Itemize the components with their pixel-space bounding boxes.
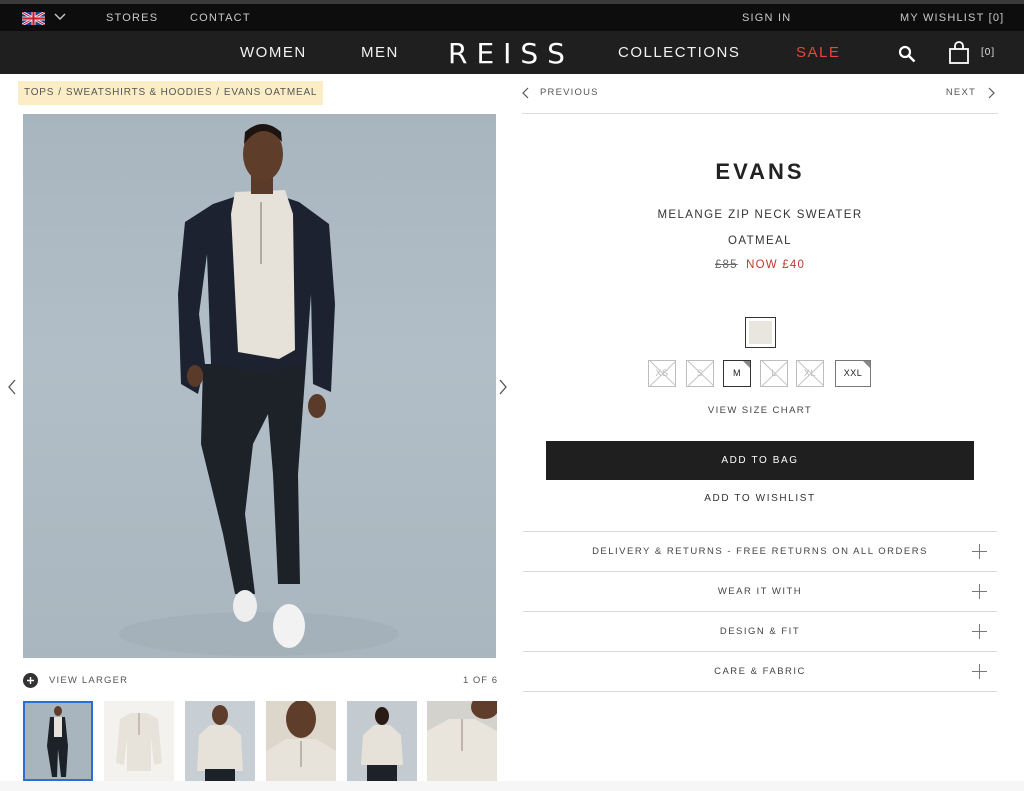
thumbnail-image: [266, 701, 336, 781]
thumbnail[interactable]: [185, 701, 255, 781]
image-counter: 1 OF 6: [463, 675, 499, 686]
nav-collections[interactable]: COLLECTIONS: [618, 44, 740, 61]
sale-price: NOW £40: [746, 259, 806, 271]
gallery-prev-arrow-icon[interactable]: [7, 378, 17, 396]
utility-bar: STORES CONTACT SIGN IN MY WISHLIST [0]: [0, 0, 1024, 31]
size-option-xl[interactable]: XL: [796, 360, 824, 387]
gallery-next-arrow-icon[interactable]: [498, 378, 508, 396]
bag-count[interactable]: [0]: [981, 47, 995, 58]
color-swatch[interactable]: [745, 317, 776, 348]
add-to-bag-button[interactable]: ADD TO BAG: [546, 441, 974, 480]
nav-sale[interactable]: SALE: [796, 44, 840, 61]
plus-icon: [972, 584, 987, 599]
thumbnail-image: [185, 701, 255, 781]
brand-logo[interactable]: REISS: [448, 37, 574, 70]
add-to-wishlist-link[interactable]: ADD TO WISHLIST: [522, 493, 998, 504]
breadcrumb-item-current: EVANS OATMEAL: [223, 87, 318, 98]
size-option-m[interactable]: M: [723, 360, 751, 387]
search-icon[interactable]: [898, 45, 916, 63]
stores-link[interactable]: STORES: [106, 12, 158, 24]
size-selector: XS S M L XL XXL: [648, 360, 878, 388]
size-chart-link[interactable]: VIEW SIZE CHART: [522, 405, 998, 416]
accordion-label: DELIVERY & RETURNS - FREE RETURNS ON ALL…: [592, 546, 928, 557]
chevron-down-icon[interactable]: [54, 12, 66, 22]
previous-label: PREVIOUS: [540, 87, 599, 98]
accordion-design-fit[interactable]: DESIGN & FIT: [523, 612, 997, 652]
product-info-accordion: DELIVERY & RETURNS - FREE RETURNS ON ALL…: [523, 531, 997, 692]
chevron-left-icon: [522, 87, 529, 99]
thumbnail-image: [427, 701, 497, 781]
accordion-label: WEAR IT WITH: [717, 586, 803, 597]
previous-product-link[interactable]: PREVIOUS: [522, 86, 602, 102]
main-nav: WOMEN MEN REISS COLLECTIONS SALE [0]: [0, 31, 1024, 74]
accordion-care-fabric[interactable]: CARE & FABRIC: [523, 652, 997, 692]
plus-icon: [972, 544, 987, 559]
nav-women[interactable]: WOMEN: [240, 44, 307, 61]
plus-icon: [972, 664, 987, 679]
breadcrumb-separator: /: [216, 87, 220, 98]
next-label: NEXT: [945, 87, 976, 98]
product-price: £85 NOW £40: [522, 259, 998, 271]
breadcrumb-item[interactable]: SWEATSHIRTS & HOODIES: [66, 87, 212, 98]
size-option-xs[interactable]: XS: [648, 360, 676, 387]
model-photo: [119, 124, 399, 656]
plus-icon: [972, 624, 987, 639]
thumbnail[interactable]: [104, 701, 174, 781]
accordion-delivery-returns[interactable]: DELIVERY & RETURNS - FREE RETURNS ON ALL…: [523, 532, 997, 572]
old-price: £85: [714, 259, 738, 271]
breadcrumb-item[interactable]: TOPS: [24, 87, 54, 98]
thumbnail-image: [104, 701, 174, 781]
breadcrumb-separator: /: [58, 87, 62, 98]
breadcrumb: TOPS / SWEATSHIRTS & HOODIES / EVANS OATMEAL: [18, 81, 324, 105]
nav-men[interactable]: MEN: [361, 44, 399, 61]
next-product-link[interactable]: NEXT: [938, 86, 998, 102]
size-option-l[interactable]: L: [760, 360, 788, 387]
chevron-right-icon: [988, 87, 995, 99]
page-bottom-edge: [0, 781, 1024, 791]
product-subtitle: MELANGE ZIP NECK SWEATER: [657, 209, 863, 221]
view-larger-label: VIEW LARGER: [49, 675, 129, 686]
product-name: EVANS: [715, 159, 805, 184]
plus-circle-icon: [23, 673, 38, 688]
thumbnail-image: [23, 701, 93, 781]
contact-link[interactable]: CONTACT: [190, 12, 251, 24]
wishlist-link[interactable]: MY WISHLIST [0]: [900, 12, 1004, 24]
product-main-image[interactable]: [23, 114, 496, 658]
product-color: OATMEAL: [728, 235, 792, 247]
thumbnail[interactable]: [266, 701, 336, 781]
thumbnail[interactable]: [347, 701, 417, 781]
product-navigation: PREVIOUS NEXT: [522, 86, 998, 114]
swatch-fill: [749, 321, 772, 344]
accordion-label: DESIGN & FIT: [719, 626, 801, 637]
size-option-s[interactable]: S: [686, 360, 714, 387]
accordion-label: CARE & FABRIC: [714, 666, 806, 677]
size-option-xxl[interactable]: XXL: [835, 360, 871, 387]
thumbnail[interactable]: [23, 701, 93, 781]
accordion-wear-it-with[interactable]: WEAR IT WITH: [523, 572, 997, 612]
thumbnail-image: [347, 701, 417, 781]
thumbnail-strip: [23, 701, 497, 781]
uk-flag-icon[interactable]: [22, 12, 45, 25]
shopping-bag-icon[interactable]: [948, 41, 970, 64]
thumbnail[interactable]: [427, 701, 497, 781]
sign-in-link[interactable]: SIGN IN: [742, 12, 791, 24]
